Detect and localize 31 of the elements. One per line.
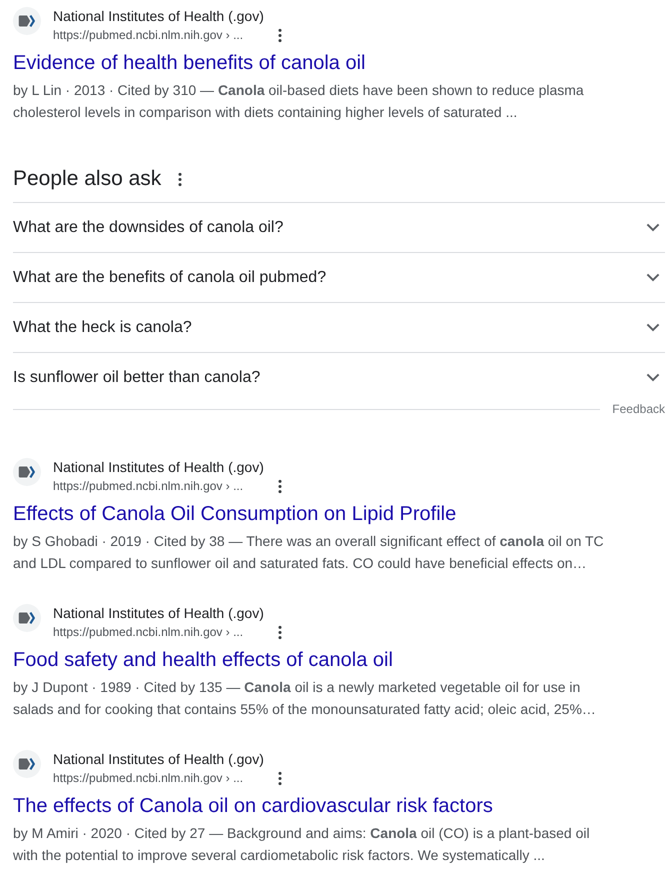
more-options-icon[interactable] xyxy=(278,624,282,640)
result-title-link[interactable]: Food safety and health effects of canola oil xyxy=(13,649,393,671)
more-options-icon[interactable] xyxy=(278,28,282,42)
question-item[interactable]: What the heck is canola? xyxy=(13,302,665,352)
result-snippet: by S Ghobadi · 2019 · Cited by 38 — There was an overall significant effect of canola oil on TC and LDL compared to sunflower oil and saturated fats. CO could have beneficial effects on… xyxy=(13,532,605,573)
site-url[interactable]: https://pubmed.ncbi.nlm.nih.gov › ... xyxy=(53,477,244,495)
site-logo-icon xyxy=(13,604,41,632)
result-title-link[interactable]: Effects of Canola Oil Consumption on Lipid Profile xyxy=(13,503,456,525)
question-item[interactable]: What are the benefits of canola oil pubmed? xyxy=(13,252,665,302)
site-logo-icon xyxy=(13,7,41,35)
result-title-link[interactable]: The effects of Canola oil on cardiovascular risk factors xyxy=(13,795,493,817)
result-snippet: by J Dupont · 1989 · Cited by 135 — Canola oil is a newly marketed vegetable oil for use in salads and for cooking that contains 55% of the monounsaturated fatty acid; oleic acid, 25%… xyxy=(13,678,597,719)
section-heading: People also ask xyxy=(13,166,162,192)
site-name[interactable]: National Institutes of Health (.gov) xyxy=(53,457,282,477)
more-options-icon[interactable] xyxy=(178,172,182,186)
more-options-icon[interactable] xyxy=(278,770,282,786)
site-name[interactable]: National Institutes of Health (.gov) xyxy=(53,6,282,26)
site-name[interactable]: National Institutes of Health (.gov) xyxy=(53,749,282,769)
site-url[interactable]: https://pubmed.ncbi.nlm.nih.gov › ... xyxy=(53,623,244,641)
result-snippet: by L Lin · 2013 · Cited by 310 — Canola oil-based diets have been shown to reduce plasma cholesterol levels in comparison with diets containing higher levels of saturated ... xyxy=(13,81,585,122)
site-name[interactable]: National Institutes of Health (.gov) xyxy=(53,603,282,623)
feedback-link[interactable]: Feedback xyxy=(612,402,665,416)
question-item[interactable]: Is sunflower oil better than canola? xyxy=(13,352,665,402)
more-options-icon[interactable] xyxy=(278,478,282,494)
site-logo-icon xyxy=(13,750,41,778)
site-logo-icon xyxy=(13,458,41,486)
site-url[interactable]: https://pubmed.ncbi.nlm.nih.gov › ... xyxy=(53,26,244,44)
site-url[interactable]: https://pubmed.ncbi.nlm.nih.gov › ... xyxy=(53,769,244,787)
result-snippet: by M Amiri · 2020 · Cited by 27 — Background and aims: Canola oil (CO) is a plant-based oil with the potential to improve several cardiometabolic risk factors. We systematically ... xyxy=(13,824,591,865)
result-title-link[interactable]: Evidence of health benefits of canola oil xyxy=(13,52,366,74)
question-item[interactable]: What are the downsides of canola oil? xyxy=(13,202,665,252)
